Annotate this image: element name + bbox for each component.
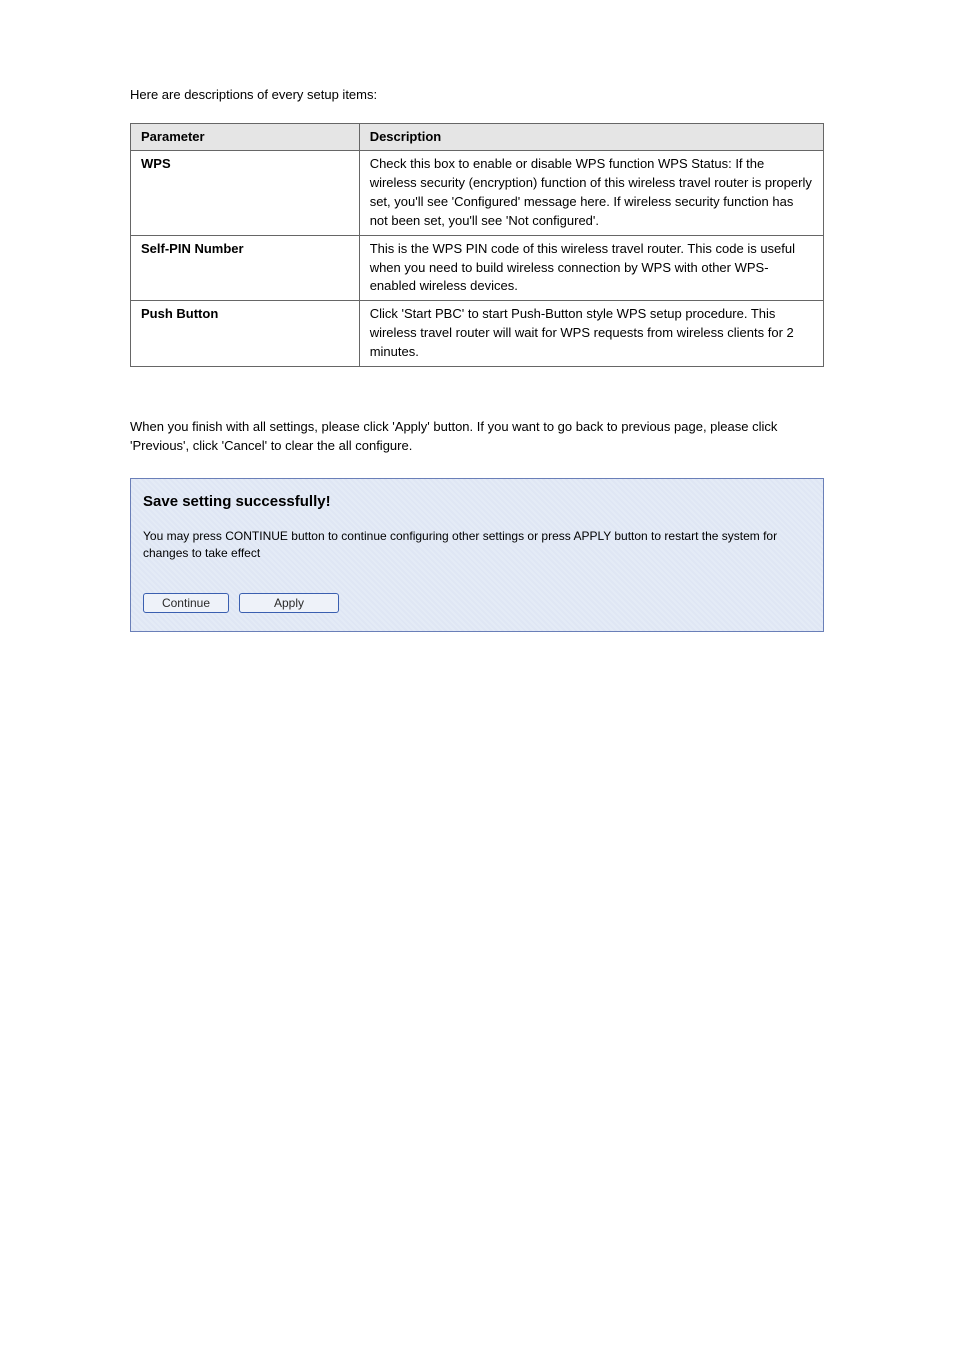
save-settings-panel: Save setting successfully! You may press… <box>130 478 824 632</box>
param-desc: Check this box to enable or disable WPS … <box>370 156 812 228</box>
document-page: Here are descriptions of every setup ite… <box>0 0 954 672</box>
intro-text: Here are descriptions of every setup ite… <box>130 85 824 105</box>
param-desc: Click 'Start PBC' to start Push-Button s… <box>370 306 794 359</box>
param-name: Push Button <box>141 306 218 321</box>
param-name: Self-PIN Number <box>141 241 244 256</box>
table-header-parameter: Parameter <box>131 123 360 151</box>
continue-button[interactable]: Continue <box>143 593 229 613</box>
apply-note-text: When you finish with all settings, pleas… <box>130 417 824 456</box>
table-row: WPS Check this box to enable or disable … <box>131 151 824 235</box>
button-row: Continue Apply <box>143 593 811 613</box>
param-name: WPS <box>141 156 171 171</box>
table-row: Self-PIN Number This is the WPS PIN code… <box>131 235 824 301</box>
apply-button[interactable]: Apply <box>239 593 339 613</box>
table-header-description: Description <box>359 123 823 151</box>
param-desc: This is the WPS PIN code of this wireles… <box>370 241 795 294</box>
parameter-table: Parameter Description WPS Check this box… <box>130 123 824 367</box>
save-panel-title: Save setting successfully! <box>143 493 811 510</box>
table-row: Push Button Click 'Start PBC' to start P… <box>131 301 824 367</box>
save-panel-message: You may press CONTINUE button to continu… <box>143 528 811 563</box>
